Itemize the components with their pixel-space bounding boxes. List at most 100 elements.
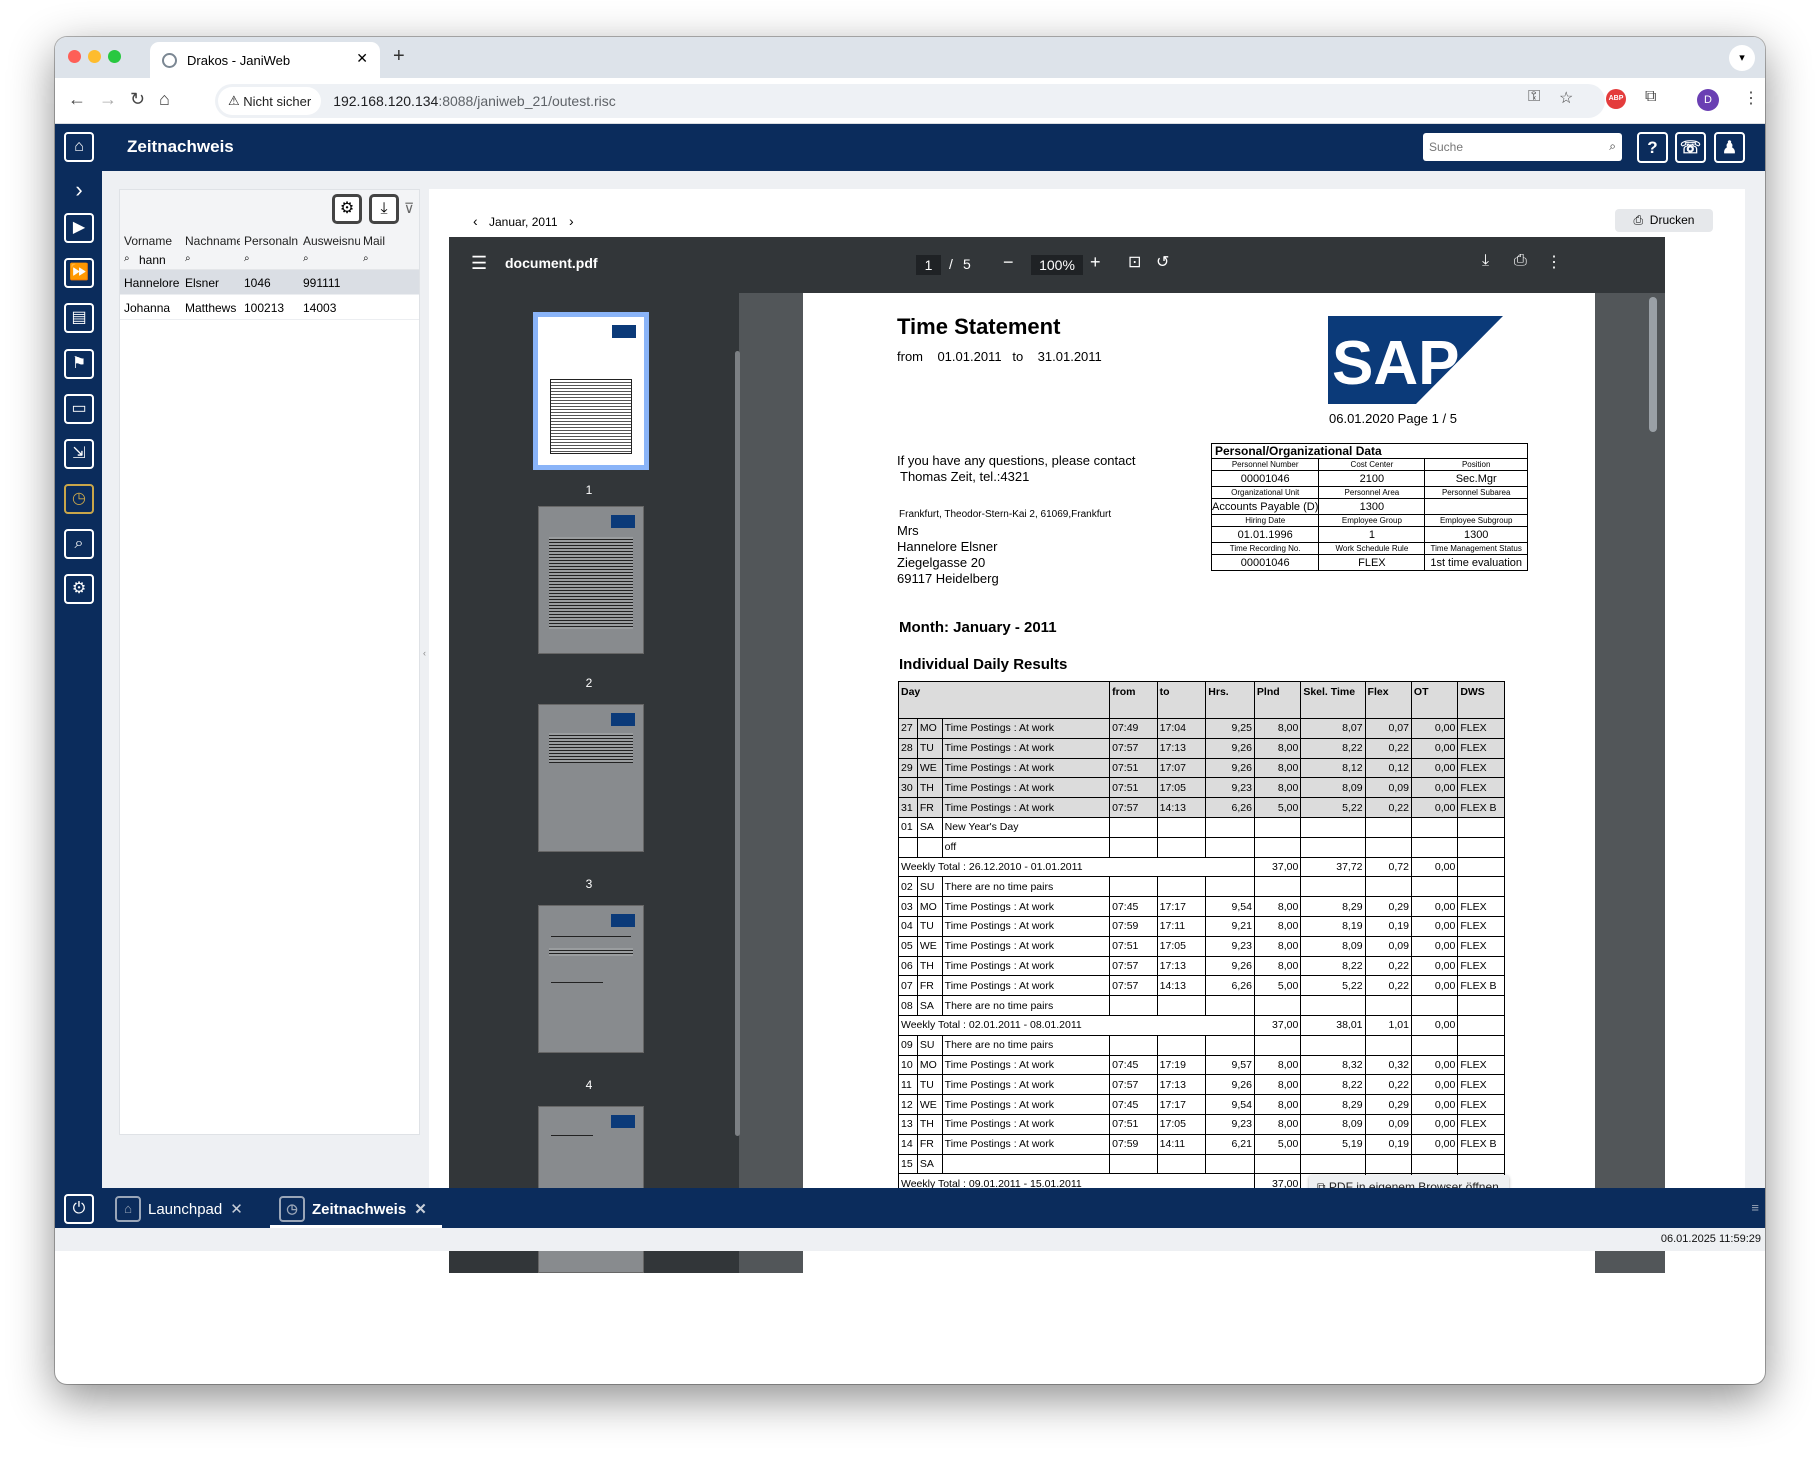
posting-text: Time Postings : At work bbox=[941, 915, 1111, 937]
export-download-icon[interactable]: ⤓ bbox=[369, 194, 399, 224]
play-icon[interactable]: ▶ bbox=[64, 213, 94, 243]
column-header-nachname[interactable]: Nachname bbox=[185, 234, 240, 248]
close-tab-icon[interactable]: ✕ bbox=[414, 1200, 427, 1218]
address-line: 69117 Heidelberg bbox=[897, 571, 999, 586]
day-number: 06 bbox=[898, 955, 918, 977]
home-app-icon[interactable]: ⌂ bbox=[64, 132, 94, 162]
print-button[interactable]: ⎙ Drucken bbox=[1615, 209, 1713, 232]
search-input[interactable]: Suche ⌕ bbox=[1423, 133, 1622, 161]
filter-magnifier-icon[interactable]: ⌕ bbox=[363, 253, 369, 264]
results-row: off bbox=[898, 836, 1505, 858]
new-tab-button[interactable]: + bbox=[393, 45, 405, 68]
taskbar-menu-icon[interactable]: ≡ bbox=[1751, 1200, 1759, 1215]
filter-magnifier-icon[interactable]: ⌕ bbox=[244, 253, 250, 264]
launchpad-home-icon: ⌂ bbox=[115, 1196, 141, 1222]
results-cell: 5,00 bbox=[1253, 1133, 1302, 1155]
posting-text: Time Postings : At work bbox=[941, 955, 1111, 977]
download-icon[interactable]: ⤓ bbox=[1482, 252, 1489, 270]
results-cell: 9,23 bbox=[1205, 935, 1255, 957]
more-options-icon[interactable]: ⋮ bbox=[1546, 252, 1562, 272]
column-header-personalnr[interactable]: Personaln bbox=[244, 234, 300, 248]
list-settings-gear-icon[interactable]: ⚙ bbox=[332, 194, 362, 224]
close-tab-icon[interactable]: ✕ bbox=[356, 50, 368, 67]
expand-chevron-icon[interactable]: › bbox=[64, 177, 94, 207]
extensions-puzzle-icon[interactable]: ⧉ bbox=[1645, 88, 1656, 106]
person-running-icon[interactable]: ⚑ bbox=[64, 349, 94, 379]
table-row[interactable]: Hannelore Elsner 1046 991111 bbox=[120, 270, 419, 295]
profile-avatar[interactable]: D bbox=[1697, 89, 1719, 111]
results-cell: 17:04 bbox=[1156, 718, 1207, 739]
thumbnail-scrollbar[interactable] bbox=[735, 351, 740, 1136]
back-arrow-icon[interactable]: ← bbox=[68, 89, 86, 110]
zoom-level-input[interactable]: 100% bbox=[1031, 255, 1083, 275]
password-key-icon[interactable]: ⚿ bbox=[1528, 88, 1540, 106]
column-header-mail[interactable]: Mail bbox=[363, 234, 413, 248]
zoom-in-icon[interactable]: + bbox=[1090, 252, 1101, 273]
exit-icon[interactable]: ⇲ bbox=[64, 439, 94, 469]
clock-icon[interactable]: ◷ bbox=[64, 484, 94, 514]
settings-gear-icon[interactable]: ⚙ bbox=[64, 574, 94, 604]
sap-logo-icon bbox=[611, 713, 635, 726]
results-cell: 9,26 bbox=[1205, 1074, 1255, 1096]
url-field[interactable]: ⚠ Nicht sicher 192.168.120.134:8088/jani… bbox=[215, 84, 1605, 118]
close-tab-icon[interactable]: ✕ bbox=[230, 1200, 243, 1218]
column-header-vorname[interactable]: Vorname bbox=[124, 234, 180, 248]
filter-magnifier-icon[interactable]: ⌕ bbox=[303, 253, 309, 264]
bookmark-star-icon[interactable]: ☆ bbox=[1559, 88, 1573, 108]
results-cell: 8,09 bbox=[1300, 935, 1366, 957]
filter-vorname-input[interactable]: hann bbox=[139, 253, 166, 267]
pdf-scrollbar[interactable] bbox=[1649, 297, 1657, 432]
browser-menu-icon[interactable]: ⋮ bbox=[1743, 88, 1759, 108]
next-month-chevron-icon[interactable]: › bbox=[569, 213, 574, 229]
page-thumbnail[interactable] bbox=[538, 905, 644, 1053]
column-header-ausweisnr[interactable]: Ausweisnu bbox=[303, 234, 360, 248]
report-toolbar: ‹ Januar, 2011 › ⎙ Drucken bbox=[429, 189, 1745, 235]
adblock-extension-icon[interactable]: ABP bbox=[1606, 89, 1626, 109]
help-icon[interactable]: ? bbox=[1637, 132, 1668, 163]
page-thumbnail[interactable] bbox=[538, 704, 644, 852]
thumbnail-table-graphic bbox=[549, 948, 633, 956]
results-cell bbox=[1364, 836, 1412, 858]
results-cell bbox=[1457, 876, 1505, 898]
zoom-window-button[interactable] bbox=[108, 50, 121, 63]
sidebar-menu-icon[interactable]: ☰ bbox=[471, 253, 487, 274]
fit-page-icon[interactable]: ⊡ bbox=[1128, 252, 1141, 272]
taskbar-tab-zeitnachweis[interactable]: ◷ Zeitnachweis ✕ bbox=[279, 1193, 427, 1225]
power-icon[interactable]: ⏻ bbox=[64, 1194, 94, 1224]
reload-icon[interactable]: ↻ bbox=[130, 89, 145, 110]
results-cell: 0,00 bbox=[1410, 757, 1459, 779]
rotate-icon[interactable]: ↺ bbox=[1156, 252, 1169, 272]
chat-icon[interactable]: ☏ bbox=[1675, 132, 1706, 163]
taskbar-tab-launchpad[interactable]: ⌂ Launchpad ✕ bbox=[115, 1193, 243, 1225]
splitter-handle[interactable]: ‹ bbox=[423, 648, 426, 658]
tab-search-chevron-icon[interactable]: ▾ bbox=[1729, 45, 1755, 71]
browser-tab[interactable]: Drakos - JaniWeb ✕ bbox=[150, 42, 380, 78]
page-number-input[interactable]: 1 bbox=[916, 255, 941, 275]
results-cell: 0,00 bbox=[1410, 777, 1459, 799]
results-cell: 8,00 bbox=[1253, 896, 1302, 917]
close-window-button[interactable] bbox=[68, 50, 81, 63]
previous-month-chevron-icon[interactable]: ‹ bbox=[473, 213, 478, 229]
page-thumbnail[interactable] bbox=[538, 506, 644, 654]
results-cell bbox=[1410, 836, 1459, 858]
zoom-out-icon[interactable]: − bbox=[1003, 252, 1014, 273]
filter-magnifier-icon[interactable]: ⌕ bbox=[185, 253, 191, 264]
monitor-icon[interactable]: ▭ bbox=[64, 394, 94, 424]
user-icon[interactable]: ♟ bbox=[1714, 132, 1745, 163]
pdf-print-icon[interactable]: ⎙ bbox=[1514, 252, 1527, 270]
page-thumbnail[interactable] bbox=[533, 312, 649, 470]
thumbnail-table-graphic bbox=[550, 379, 632, 454]
security-warning-chip[interactable]: ⚠ Nicht sicher bbox=[218, 87, 322, 115]
weekly-total-label: Weekly Total : 02.01.2011 - 08.01.2011 bbox=[898, 1014, 1255, 1036]
search-icon[interactable]: ⌕ bbox=[1609, 139, 1616, 154]
table-row[interactable]: Johanna Matthews 100213 14003 bbox=[120, 295, 419, 320]
magnifier-icon[interactable]: ⌕ bbox=[64, 529, 94, 559]
home-icon[interactable]: ⌂ bbox=[159, 89, 170, 110]
results-cell: 8,00 bbox=[1253, 777, 1302, 799]
filter-add-icon[interactable]: ⊽ bbox=[404, 200, 414, 217]
forward-arrow-icon[interactable]: → bbox=[99, 89, 117, 110]
results-cell: 17:13 bbox=[1156, 1074, 1207, 1096]
document-icon[interactable]: ▤ bbox=[64, 303, 94, 333]
fast-forward-icon[interactable]: ⏩ bbox=[64, 258, 94, 288]
minimize-window-button[interactable] bbox=[88, 50, 101, 63]
